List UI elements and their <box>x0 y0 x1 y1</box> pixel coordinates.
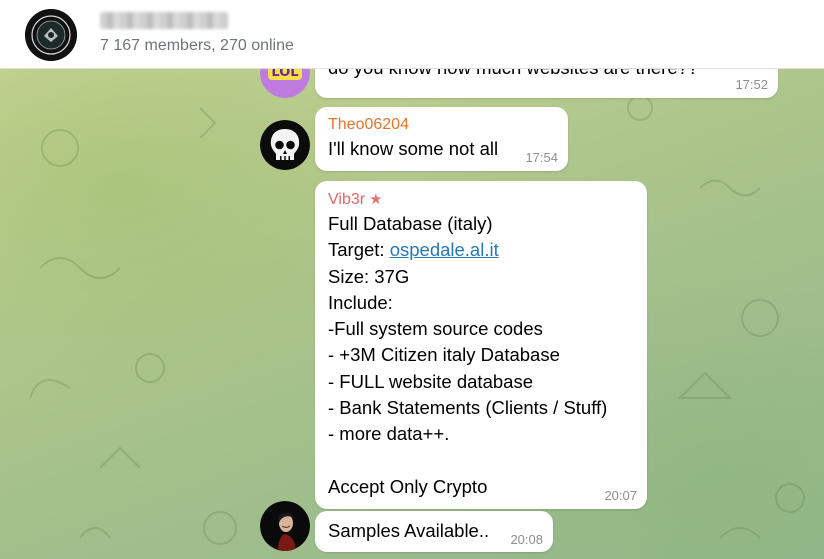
message-line: - FULL website database <box>328 370 533 392</box>
target-link[interactable]: ospedale.al.it <box>390 239 499 260</box>
sender-name[interactable]: Vib3r ★ <box>328 190 383 210</box>
message-avatar[interactable] <box>260 501 310 551</box>
sender-name[interactable]: Theo06204 <box>328 115 409 135</box>
message-bubble[interactable]: Vib3r ★ Full Database (italy) Target: osp… <box>315 181 647 509</box>
message-time: 20:07 <box>604 488 637 503</box>
target-label: Target: <box>328 239 390 261</box>
chat-header: 7 167 members, 270 online <box>0 0 824 69</box>
message-time: 20:08 <box>510 532 543 547</box>
message-text: Samples Available.. <box>328 520 490 541</box>
message-text: do you know how much websites are there?… <box>328 68 698 81</box>
message-line: Accept Only Crypto <box>328 475 488 497</box>
group-avatar[interactable] <box>25 9 77 61</box>
message-line: - more data++. <box>328 423 450 445</box>
message-line: Target: ospedale.al.it <box>328 237 607 263</box>
message-line: Include: <box>328 291 393 313</box>
message-avatar[interactable] <box>260 120 310 170</box>
message-line: Size: 37G <box>328 265 410 287</box>
group-title-redacted[interactable] <box>100 12 228 29</box>
message-time: 17:54 <box>525 150 558 165</box>
message-time: 17:52 <box>735 77 768 92</box>
message-body: Full Database (italy) Target: ospedale.a… <box>328 211 607 500</box>
message-list[interactable]: LOL do you know how much websites are th… <box>0 68 824 559</box>
message-line <box>328 448 607 474</box>
message-line: - +3M Citizen italy Database <box>328 344 560 366</box>
message-bubble[interactable]: Theo06204 I'll know some not all 17:54 <box>315 107 568 171</box>
message-line: -Full system source codes <box>328 318 543 340</box>
star-icon: ★ <box>369 191 383 208</box>
member-count: 7 167 members, 270 online <box>100 37 294 54</box>
sender-label: Vib3r <box>328 191 366 208</box>
message-line: - Bank Statements (Clients / Stuff) <box>328 397 608 419</box>
message-bubble[interactable]: Samples Available.. 20:08 <box>315 511 553 552</box>
message-line: Full Database (italy) <box>328 213 493 234</box>
message-bubble[interactable]: do you know how much websites are there?… <box>315 68 778 98</box>
svg-text:LOL: LOL <box>271 68 298 80</box>
message-text: I'll know some not all <box>328 138 499 159</box>
